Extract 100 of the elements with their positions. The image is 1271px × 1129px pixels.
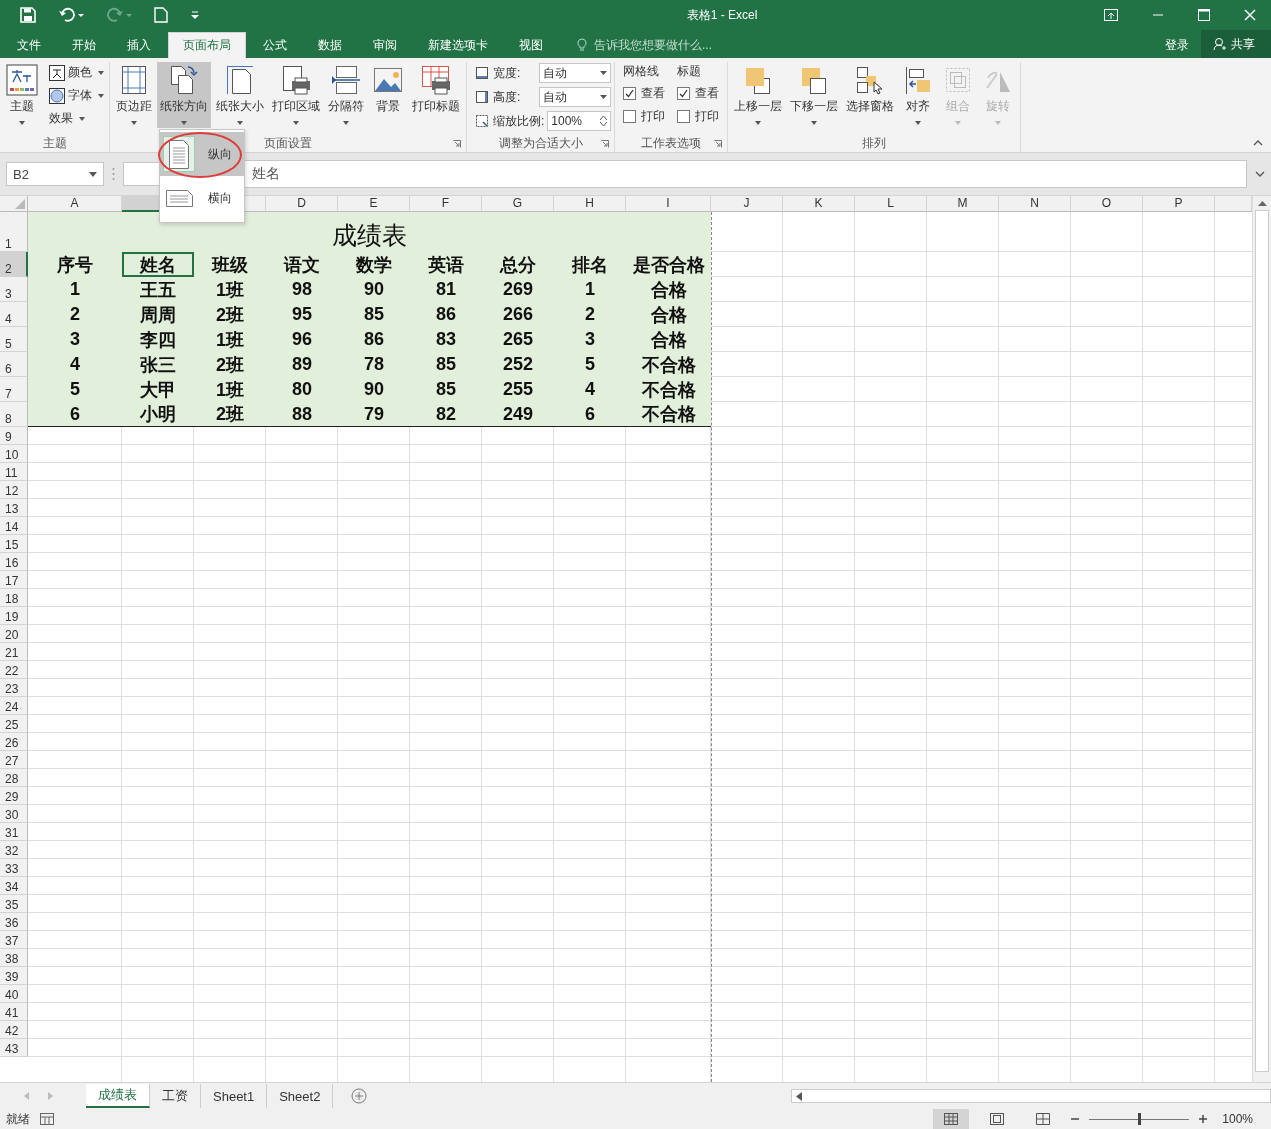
row-header[interactable]: 23 bbox=[0, 679, 28, 697]
row-header[interactable]: 15 bbox=[0, 535, 28, 553]
row-header[interactable]: 41 bbox=[0, 1003, 28, 1021]
ribbon-tab[interactable]: 审阅 bbox=[359, 32, 411, 58]
row-header[interactable]: 4 bbox=[0, 302, 28, 327]
column-header[interactable]: L bbox=[855, 196, 927, 212]
customize-menu-icon[interactable] bbox=[190, 10, 200, 20]
dialog-launcher-icon[interactable] bbox=[453, 140, 461, 148]
sheet-tab[interactable]: 成绩表 bbox=[86, 1084, 150, 1108]
vertical-scrollbar[interactable] bbox=[1252, 196, 1271, 1082]
ribbon-button[interactable]: 分隔符 bbox=[325, 62, 367, 128]
ribbon-tab[interactable]: 页面布局 bbox=[168, 32, 246, 58]
ribbon-button[interactable]: 打印标题 bbox=[409, 62, 463, 128]
row-header[interactable]: 43 bbox=[0, 1039, 28, 1057]
row-header[interactable]: 37 bbox=[0, 931, 28, 949]
ribbon-button[interactable]: 页边距 bbox=[113, 62, 155, 128]
dropdown-field[interactable]: 自动 bbox=[539, 87, 612, 107]
sheet-tab[interactable]: Sheet1 bbox=[201, 1084, 268, 1108]
sheet-tab[interactable]: Sheet2 bbox=[267, 1084, 334, 1108]
checkbox[interactable]: 查看 bbox=[677, 84, 720, 102]
column-header[interactable]: P bbox=[1143, 196, 1215, 212]
zoom-in-icon[interactable] bbox=[1199, 1115, 1207, 1123]
row-header[interactable]: 7 bbox=[0, 377, 28, 402]
row-header[interactable]: 10 bbox=[0, 445, 28, 463]
name-box[interactable]: B2 bbox=[6, 162, 104, 186]
zoom-out-icon[interactable] bbox=[1071, 1115, 1079, 1123]
checkbox[interactable]: 打印 bbox=[623, 107, 666, 125]
row-header[interactable]: 22 bbox=[0, 661, 28, 679]
ribbon-tab[interactable]: 数据 bbox=[304, 32, 356, 58]
dropdown-field[interactable]: 自动 bbox=[539, 63, 612, 83]
row-header[interactable]: 20 bbox=[0, 625, 28, 643]
ribbon-button[interactable]: 下移一层 bbox=[787, 62, 842, 128]
row-header[interactable]: 8 bbox=[0, 402, 28, 427]
row-header[interactable]: 26 bbox=[0, 733, 28, 751]
menu-item[interactable]: 纵向 bbox=[160, 132, 244, 176]
ribbon-button[interactable]: 选择窗格 bbox=[843, 62, 898, 128]
maximize-icon[interactable] bbox=[1198, 9, 1210, 21]
ribbon-tab[interactable]: 插入 bbox=[113, 32, 165, 58]
dialog-launcher-icon[interactable] bbox=[714, 140, 723, 148]
dialog-launcher-icon[interactable] bbox=[601, 140, 610, 148]
row-header[interactable]: 16 bbox=[0, 553, 28, 571]
ribbon-button[interactable]: 字体 bbox=[47, 86, 106, 105]
column-header[interactable]: J bbox=[711, 196, 783, 212]
row-header[interactable]: 31 bbox=[0, 823, 28, 841]
row-header[interactable]: 34 bbox=[0, 877, 28, 895]
horizontal-scrollbar[interactable] bbox=[791, 1089, 1271, 1103]
row-header[interactable]: 11 bbox=[0, 463, 28, 481]
row-header[interactable]: 1 bbox=[0, 212, 28, 252]
new-file-icon[interactable] bbox=[154, 7, 168, 23]
ribbon-button[interactable]: 纸张方向 bbox=[157, 62, 211, 128]
row-header[interactable]: 5 bbox=[0, 327, 28, 352]
ribbon-tab[interactable]: 文件 bbox=[3, 32, 55, 58]
ribbon-tab[interactable]: 公式 bbox=[249, 32, 301, 58]
ribbon-tab[interactable]: 开始 bbox=[58, 32, 110, 58]
checkbox[interactable]: 查看 bbox=[623, 84, 666, 102]
close-icon[interactable] bbox=[1244, 9, 1256, 21]
checkbox[interactable]: 打印 bbox=[677, 107, 720, 125]
zoom-level[interactable]: 100% bbox=[1217, 1112, 1253, 1126]
row-header[interactable]: 28 bbox=[0, 769, 28, 787]
ribbon-button[interactable]: 颜色 bbox=[47, 63, 106, 82]
row-header[interactable]: 29 bbox=[0, 787, 28, 805]
row-header[interactable]: 2 bbox=[0, 252, 28, 277]
row-header[interactable]: 39 bbox=[0, 967, 28, 985]
row-header[interactable]: 40 bbox=[0, 985, 28, 1003]
row-header[interactable]: 13 bbox=[0, 499, 28, 517]
row-header[interactable]: 12 bbox=[0, 481, 28, 499]
ribbon-display-icon[interactable] bbox=[1104, 9, 1118, 21]
tell-me-field[interactable]: 告诉我您想要做什么... bbox=[592, 37, 756, 53]
column-header[interactable]: O bbox=[1071, 196, 1143, 212]
sign-in-link[interactable]: 登录 bbox=[1159, 32, 1195, 58]
row-header[interactable]: 19 bbox=[0, 607, 28, 625]
sheet-tab[interactable]: 工资 bbox=[150, 1084, 201, 1108]
row-header[interactable]: 42 bbox=[0, 1021, 28, 1039]
row-header[interactable]: 30 bbox=[0, 805, 28, 823]
column-header[interactable]: N bbox=[999, 196, 1071, 212]
menu-item[interactable]: 横向 bbox=[160, 176, 244, 220]
expand-icon[interactable] bbox=[1255, 171, 1265, 177]
column-header[interactable]: M bbox=[927, 196, 999, 212]
row-header[interactable]: 38 bbox=[0, 949, 28, 967]
row-header[interactable]: 33 bbox=[0, 859, 28, 877]
column-header[interactable]: K bbox=[783, 196, 855, 212]
ribbon-tab[interactable]: 视图 bbox=[505, 32, 557, 58]
ribbon-button[interactable]: 上移一层 bbox=[731, 62, 786, 128]
row-header[interactable]: 21 bbox=[0, 643, 28, 661]
spinner-field[interactable]: 100% bbox=[547, 111, 612, 131]
normal-view-button[interactable] bbox=[933, 1109, 969, 1129]
row-header[interactable]: 14 bbox=[0, 517, 28, 535]
row-header[interactable]: 25 bbox=[0, 715, 28, 733]
row-header[interactable]: 35 bbox=[0, 895, 28, 913]
row-header[interactable]: 3 bbox=[0, 277, 28, 302]
macro-record-icon[interactable] bbox=[40, 1113, 54, 1125]
save-icon[interactable] bbox=[20, 7, 36, 23]
row-header[interactable]: 6 bbox=[0, 352, 28, 377]
ribbon-button[interactable]: 纸张大小 bbox=[213, 62, 267, 128]
ribbon-button[interactable]: 背景 bbox=[369, 62, 407, 128]
ribbon-button[interactable]: 对齐 bbox=[899, 62, 938, 128]
add-sheet-icon[interactable] bbox=[351, 1088, 368, 1104]
row-header[interactable]: 17 bbox=[0, 571, 28, 589]
undo-icon[interactable] bbox=[58, 7, 84, 23]
collapse-ribbon-icon[interactable] bbox=[1253, 140, 1263, 146]
